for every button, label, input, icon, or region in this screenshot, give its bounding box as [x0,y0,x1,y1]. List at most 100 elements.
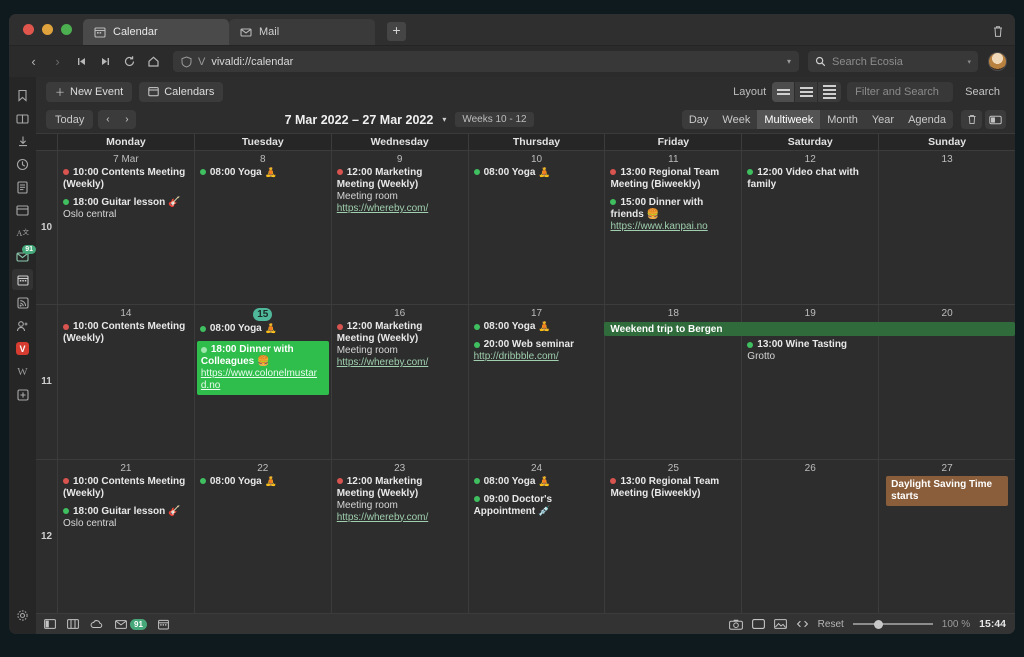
calendar-event[interactable]: 20:00 Web seminar http://dribbble.com/ [473,339,600,363]
calendar-day-cell[interactable]: 25 13:00 Regional Team Meeting (Biweekly) [604,459,741,613]
calendars-button[interactable]: Calendars [139,81,224,102]
view-year[interactable]: Year [865,110,901,129]
minimize-window-button[interactable] [42,24,53,35]
zoom-slider[interactable] [852,618,933,630]
search-button[interactable]: Search [959,86,1006,98]
forward-button[interactable]: › [47,51,68,72]
calendar-event[interactable]: 12:00 Video chat with family [747,167,873,191]
calendar-event[interactable]: 12:00 Marketing Meeting (Weekly) Meeting … [336,476,463,524]
calendar-event[interactable]: 10:00 Contents Meeting (Weekly) [63,321,189,345]
event-link[interactable]: https://www.kanpai.no [610,221,707,232]
reload-button[interactable] [119,51,140,72]
sidebar-item-translate[interactable]: A文 [12,223,33,244]
view-week[interactable]: Week [715,110,757,129]
back-button[interactable]: ‹ [23,51,44,72]
calendar-event[interactable]: 08:00 Yoga 🧘 [199,167,326,179]
calendar-day-cell[interactable]: 7 Mar 10:00 Contents Meeting (Weekly) 18:0… [57,151,194,305]
sidebar-item-notes[interactable] [12,177,33,198]
next-period-button[interactable]: › [117,110,136,129]
calendar-event[interactable]: 08:00 Yoga 🧘 [473,476,600,488]
zoom-slider-knob[interactable] [873,619,883,629]
calendar-day-cell[interactable]: 11 13:00 Regional Team Meeting (Biweekly)… [604,151,741,305]
cloud-icon[interactable] [90,619,104,629]
calendar-event[interactable]: 08:00 Yoga 🧘 [473,167,600,179]
calendar-day-cell[interactable]: 12 12:00 Video chat with family [741,151,878,305]
calendar-event[interactable]: 10:00 Contents Meeting (Weekly) [63,476,189,500]
sidebar-item-vivaldi-panel[interactable]: V [12,338,33,359]
view-agenda[interactable]: Agenda [901,110,953,129]
previous-period-button[interactable]: ‹ [98,110,117,129]
calendar-event[interactable]: 08:00 Yoga 🧘 [473,321,600,333]
sidebar-item-downloads[interactable] [12,131,33,152]
sidebar-item-wikipedia-panel[interactable]: W [12,361,33,382]
calendar-day-cell[interactable]: 10 08:00 Yoga 🧘 [467,151,605,305]
calendar-day-cell[interactable]: 23 12:00 Marketing Meeting (Weekly) Meetin… [330,459,468,613]
trash-icon[interactable] [992,25,1004,38]
status-calendar-icon[interactable] [158,619,169,630]
calendar-day-cell[interactable]: 26 [741,459,878,613]
holiday-event[interactable]: Daylight Saving Time starts [886,475,1009,506]
view-day[interactable]: Day [682,110,716,129]
trash-icon[interactable] [961,110,982,129]
layout-option-normal[interactable] [795,81,819,102]
event-link[interactable]: https://whereby.com/ [337,357,429,368]
panel-toggle-icon[interactable] [985,110,1006,129]
layout-option-compact[interactable] [772,81,796,102]
image-icon[interactable] [773,619,787,629]
calendar-event[interactable]: 08:00 Yoga 🧘 [199,323,326,335]
home-button[interactable] [143,51,164,72]
calendar-day-cell[interactable]: 13 [878,151,1015,305]
today-button[interactable]: Today [46,110,94,129]
calendar-day-cell[interactable]: 24 08:00 Yoga 🧘 09:00 Doctor's Appointment… [467,459,605,613]
tab-mail[interactable]: Mail [229,19,375,45]
calendar-day-cell[interactable]: 22 08:00 Yoga 🧘 [193,459,331,613]
tile-icon[interactable] [67,619,79,629]
calendar-day-cell[interactable]: 27 Daylight Saving Time starts [878,459,1015,613]
calendar-event[interactable]: 12:00 Marketing Meeting (Weekly) Meeting … [336,321,463,369]
calendar-event[interactable]: 13:00 Regional Team Meeting (Biweekly) [610,167,736,191]
tab-calendar[interactable]: Calendar [83,19,229,45]
event-link[interactable]: http://dribbble.com/ [474,351,559,362]
calendar-day-cell[interactable]: 21 10:00 Contents Meeting (Weekly) 18:00 G… [57,459,194,613]
avatar[interactable] [988,52,1007,71]
fastforward-button[interactable] [95,51,116,72]
calendar-event[interactable]: 09:00 Doctor's Appointment 💉 [473,494,600,518]
calendar-event[interactable]: 15:00 Dinner with friends 🍔 https://www.k… [610,197,736,233]
multi-day-event[interactable]: Weekend trip to Bergen [604,322,1015,337]
sidebar-item-mail[interactable]: 91 [12,245,36,267]
sidebar-item-bookmarks[interactable] [12,85,33,106]
settings-button[interactable] [12,605,33,626]
event-link[interactable]: https://whereby.com/ [337,512,429,523]
rewind-button[interactable] [71,51,92,72]
view-multiweek[interactable]: Multiweek [757,110,821,129]
sidebar-item-add-panel[interactable] [12,384,33,405]
event-link[interactable]: https://whereby.com/ [337,203,429,214]
calendar-day-cell[interactable]: 9 12:00 Marketing Meeting (Weekly) Meeting… [330,151,468,305]
calendar-day-cell[interactable]: 8 08:00 Yoga 🧘 [193,151,331,305]
new-tab-button[interactable]: + [387,22,406,41]
chevron-down-icon[interactable]: ▾ [442,115,446,124]
new-event-button[interactable]: ＋ New Event [46,81,133,102]
sidebar-item-contacts[interactable] [12,315,33,336]
calendar-event[interactable]: 18:00 Guitar lesson 🎸 Oslo central [63,197,189,221]
calendar-event-selected[interactable]: 18:00 Dinner with Colleagues 🍔 https://ww… [196,341,329,396]
sidebar-item-feeds[interactable] [12,292,33,313]
developer-icon[interactable] [796,619,809,629]
calendar-day-cell[interactable]: 17 08:00 Yoga 🧘 20:00 Web seminar http://dr… [467,305,605,459]
sidebar-item-calendar[interactable] [12,269,33,290]
sidebar-item-reading-list[interactable] [12,108,33,129]
calendar-event[interactable]: 12:00 Marketing Meeting (Weekly) Meeting … [336,167,463,215]
calendar-event[interactable]: 13:00 Wine Tasting Grotto [747,339,873,363]
capture-icon[interactable] [728,619,743,630]
panel-toggle-icon[interactable] [44,619,56,629]
calendar-event[interactable]: 08:00 Yoga 🧘 [199,476,326,488]
zoom-reset-button[interactable]: Reset [818,619,844,630]
event-link[interactable]: https://www.colonelmustard.no [201,368,317,391]
calendar-day-cell[interactable]: 16 12:00 Marketing Meeting (Weekly) Meetin… [330,305,468,459]
status-mail-icon[interactable]: 91 [115,618,147,630]
maximize-window-button[interactable] [61,24,72,35]
view-month[interactable]: Month [820,110,865,129]
chevron-down-icon[interactable]: ▾ [787,57,791,66]
tile-window-icon[interactable] [751,619,765,629]
calendar-day-cell[interactable]: 14 10:00 Contents Meeting (Weekly) [57,305,194,459]
